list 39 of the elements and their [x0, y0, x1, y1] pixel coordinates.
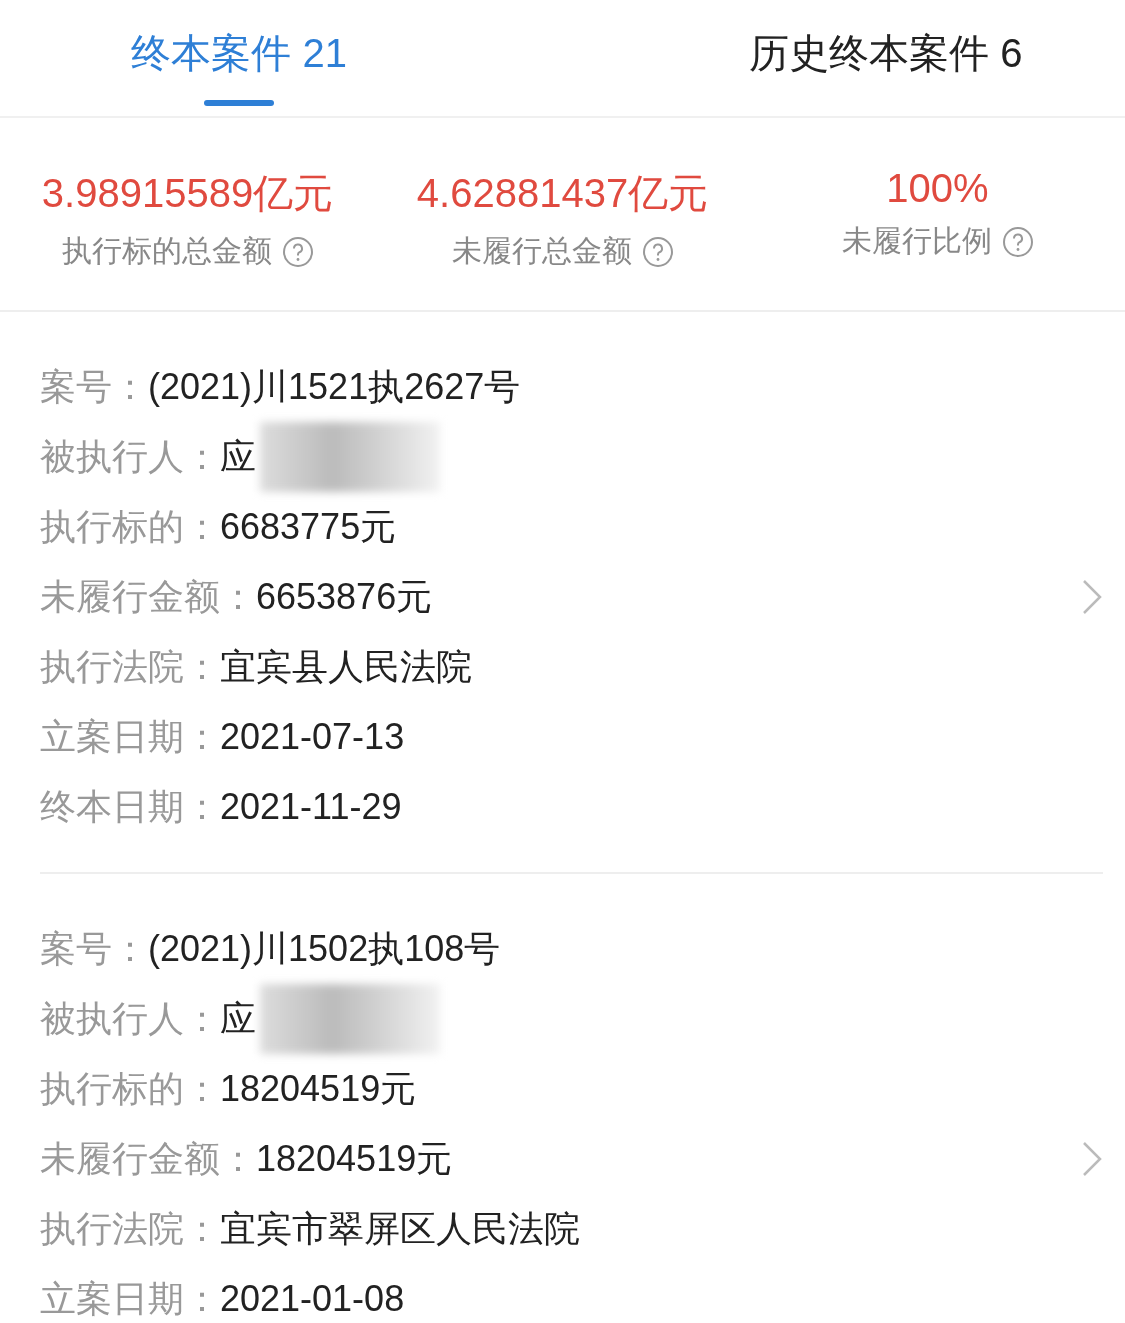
field-label: 执行法院： [40, 644, 220, 689]
help-icon[interactable] [1001, 225, 1034, 258]
help-icon[interactable] [641, 235, 674, 268]
field-value: 2021-01-08 [220, 1278, 405, 1320]
field-label: 立案日期： [40, 1276, 220, 1321]
field-label: 终本日期： [40, 784, 220, 829]
field-value: 18204519元 [256, 1136, 453, 1181]
stat-label: 未履行比例 [841, 223, 992, 259]
tab[interactable]: 终本案件 21 [0, 0, 563, 116]
chevron-right-icon[interactable] [1081, 578, 1103, 616]
field-value: 2021-07-13 [220, 716, 405, 758]
tab[interactable]: 历史终本案件 6 [562, 0, 1125, 116]
field-value: 2021-11-29 [220, 786, 402, 828]
field-label: 被执行人： [40, 434, 220, 479]
field-label: 案号： [40, 926, 148, 971]
field-label: 执行标的： [40, 1066, 220, 1111]
field-value: 宜宾市翠屏区人民法院 [220, 1206, 580, 1251]
field-value: 18204519元 [220, 1066, 417, 1111]
field-label: 立案日期： [40, 714, 220, 759]
field-value: 6653876元 [256, 574, 433, 619]
field-value: 应 [220, 996, 256, 1041]
stat-label: 未履行总金额 [451, 233, 632, 269]
stat-value: 100% [886, 166, 989, 211]
field-label: 被执行人： [40, 996, 220, 1041]
field-label: 案号： [40, 364, 148, 409]
field-label: 执行法院： [40, 1206, 220, 1251]
field-label: 未履行金额： [40, 574, 256, 619]
stat-value: 3.98915589亿元 [41, 170, 334, 217]
field-value: 6683775元 [220, 504, 397, 549]
field-value: 宜宾县人民法院 [220, 644, 472, 689]
field-value: (2021)川1521执2627号 [148, 364, 521, 409]
field-value: 应 [220, 434, 256, 479]
field-label: 执行标的： [40, 504, 220, 549]
chevron-right-icon[interactable] [1081, 1140, 1103, 1178]
help-icon[interactable] [281, 235, 314, 268]
stat-label: 执行标的总金额 [61, 233, 272, 269]
field-value: (2021)川1502执108号 [148, 926, 501, 971]
field-label: 未履行金额： [40, 1136, 256, 1181]
stat-value: 4.62881437亿元 [416, 170, 709, 217]
